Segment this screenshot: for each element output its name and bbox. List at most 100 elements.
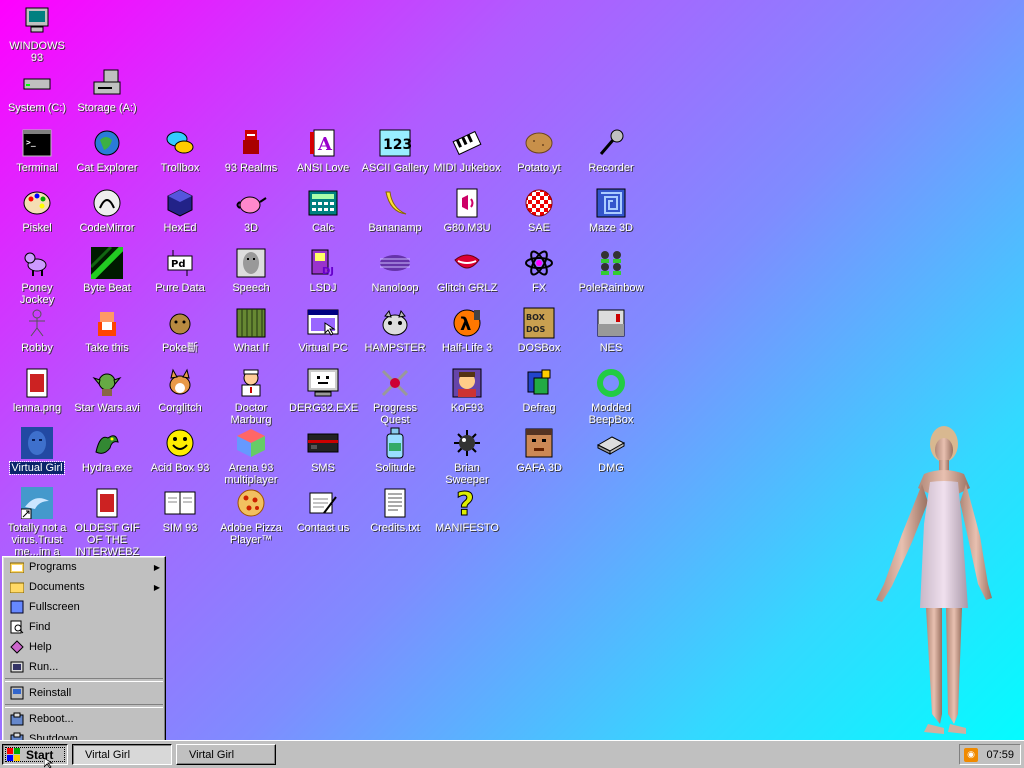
desktop-icon-oldest-gif[interactable]: OLDEST GIF OF THE INTERWEBZ bbox=[72, 486, 142, 558]
desktop-icon-piskel[interactable]: Piskel bbox=[2, 186, 72, 234]
desktop-icon-totally-not-a-virus[interactable]: Totally not a virus.Trust me...im a bbox=[2, 486, 72, 558]
stick-figure-icon bbox=[20, 306, 54, 340]
icon-label: Modded BeepBox bbox=[588, 402, 634, 426]
desktop-icon-what-if[interactable]: What If bbox=[216, 306, 286, 354]
menu-item-find[interactable]: Find bbox=[3, 617, 165, 637]
numbers-123-icon: 123 bbox=[378, 126, 412, 160]
desktop-icon-nanoloop[interactable]: Nanoloop bbox=[360, 246, 430, 294]
desktop-icon-derg32[interactable]: DERG32.EXE bbox=[288, 366, 358, 414]
desktop-icon-terminal[interactable]: >_ Terminal bbox=[2, 126, 72, 174]
desktop-icon-poney-jockey[interactable]: Poney Jockey bbox=[2, 246, 72, 306]
desktop-icon-sae[interactable]: SAE bbox=[504, 186, 574, 234]
rss-feed-icon[interactable]: ◉ bbox=[964, 747, 978, 762]
desktop-icon-doctor-marburg[interactable]: Doctor Marburg bbox=[216, 366, 286, 426]
lambda-icon: λ bbox=[450, 306, 484, 340]
taskbar-button-virtal-girl-2[interactable]: Virtal Girl bbox=[176, 744, 276, 765]
potato-icon bbox=[522, 126, 556, 160]
amiga-ball-icon bbox=[522, 186, 556, 220]
desktop-icon-modded-beepbox[interactable]: Modded BeepBox bbox=[576, 366, 646, 426]
desktop-icon-virtual-girl[interactable]: Virtual Girl bbox=[2, 426, 72, 475]
window-cursor-icon bbox=[306, 306, 340, 340]
desktop-icon-byte-beat[interactable]: Byte Beat bbox=[72, 246, 142, 294]
desktop-icon-bananamp[interactable]: Bananamp bbox=[360, 186, 430, 234]
desktop-icon-progress-quest[interactable]: Progress Quest bbox=[360, 366, 430, 426]
menu-item-label: Programs bbox=[29, 561, 77, 573]
desktop-icon-adobe-pizza[interactable]: Adobe Pizza Player™ bbox=[216, 486, 286, 546]
menu-item-programs[interactable]: Programs ▶ bbox=[3, 557, 165, 577]
desktop-icon-credits[interactable]: Credits.txt bbox=[360, 486, 430, 534]
start-button[interactable]: Start bbox=[2, 744, 68, 765]
question-mark-icon: ? bbox=[450, 486, 484, 520]
desktop-icon-virtual-pc[interactable]: Virtual PC bbox=[288, 306, 358, 354]
desktop-icon-arena-93[interactable]: Arena 93 multiplayer bbox=[216, 426, 286, 486]
desktop-icon-polerainbow[interactable]: PoleRainbow bbox=[576, 246, 646, 294]
desktop-icon-defrag[interactable]: Defrag bbox=[504, 366, 574, 414]
floppy-drive-icon bbox=[90, 66, 124, 100]
menu-item-documents[interactable]: Documents ▶ bbox=[3, 577, 165, 597]
desktop-icon-hexed[interactable]: HexEd bbox=[145, 186, 215, 234]
desktop-icon-trollbox[interactable]: Trollbox bbox=[145, 126, 215, 174]
desktop-icon-brian-sweeper[interactable]: Brian Sweeper bbox=[432, 426, 502, 486]
taskbar: Start Virtal Girl Virtal Girl ◉ 07:59 bbox=[0, 740, 1024, 768]
desktop-icon-ansi-love[interactable]: A ANSI Love bbox=[288, 126, 358, 174]
menu-item-reboot[interactable]: Reboot... bbox=[3, 709, 165, 729]
desktop-icon-calc[interactable]: Calc bbox=[288, 186, 358, 234]
desktop-icon-g80m3u[interactable]: G80.M3U bbox=[432, 186, 502, 234]
desktop-icon-contact-us[interactable]: Contact us bbox=[288, 486, 358, 534]
clock: 07:59 bbox=[986, 748, 1014, 761]
desktop-icon-sim-93[interactable]: SIM 93 bbox=[145, 486, 215, 534]
menu-item-fullscreen[interactable]: Fullscreen bbox=[3, 597, 165, 617]
virtual-girl-figure[interactable] bbox=[862, 424, 994, 740]
desktop-icon-lenna[interactable]: lenna.png bbox=[2, 366, 72, 414]
desktop-icon-cat-explorer[interactable]: Cat Explorer bbox=[72, 126, 142, 174]
desktop-icon-system-c[interactable]: System (C:) bbox=[2, 66, 72, 114]
desktop-icon-3d[interactable]: 3D bbox=[216, 186, 286, 234]
desktop-icon-corglitch[interactable]: Corglitch bbox=[145, 366, 215, 414]
desktop-icon-hampster[interactable]: HAMPSTER bbox=[360, 306, 430, 354]
desktop-icon-star-wars[interactable]: Star Wars.avi bbox=[72, 366, 142, 414]
icon-label: Brian Sweeper bbox=[445, 462, 489, 486]
desktop-icon-kof93[interactable]: KoF93 bbox=[432, 366, 502, 414]
desktop-icon-half-life-3[interactable]: λ Half-Life 3 bbox=[432, 306, 502, 354]
reinstall-icon bbox=[9, 685, 25, 701]
desktop-icon-dosbox[interactable]: BOX DOS DOSBox bbox=[504, 306, 574, 354]
desktop-icon-recorder[interactable]: Recorder bbox=[576, 126, 646, 174]
desktop-icon-fx[interactable]: FX bbox=[504, 246, 574, 294]
desktop-icon-solitude[interactable]: Solitude bbox=[360, 426, 430, 474]
desktop-icon-gafa-3d[interactable]: GAFA 3D bbox=[504, 426, 574, 474]
banana-icon bbox=[378, 186, 412, 220]
desktop-icon-robby[interactable]: Robby bbox=[2, 306, 72, 354]
desktop-icon-dmg[interactable]: DMG bbox=[576, 426, 646, 474]
desktop-icon-take-this[interactable]: Take this bbox=[72, 306, 142, 354]
taskbar-button-virtal-girl-1[interactable]: Virtal Girl bbox=[72, 744, 172, 765]
desktop-icon-93-realms[interactable]: 93 Realms bbox=[216, 126, 286, 174]
desktop-icon-nes[interactable]: NES bbox=[576, 306, 646, 354]
menu-item-label: Reboot... bbox=[29, 713, 74, 725]
icon-label: Potato.yt bbox=[517, 162, 561, 174]
dosbox-icon: BOX DOS bbox=[522, 306, 556, 340]
menu-item-run[interactable]: Run... bbox=[3, 657, 165, 677]
desktop-icon-manifesto[interactable]: ? MANIFESTO bbox=[432, 486, 502, 534]
calculator-icon bbox=[306, 186, 340, 220]
globe-cat-icon bbox=[90, 126, 124, 160]
menu-item-help[interactable]: Help bbox=[3, 637, 165, 657]
pizza-icon bbox=[234, 486, 268, 520]
desktop-icon-sms[interactable]: SMS bbox=[288, 426, 358, 474]
icon-label: Virtual PC bbox=[298, 342, 348, 354]
menu-item-reinstall[interactable]: Reinstall bbox=[3, 683, 165, 703]
desktop-icon-acid-box-93[interactable]: Acid Box 93 bbox=[145, 426, 215, 474]
desktop-icon-midi-jukebox[interactable]: MIDI Jukebox bbox=[432, 126, 502, 174]
desktop-icon-maze-3d[interactable]: Maze 3D bbox=[576, 186, 646, 234]
desktop-icon-lsdj[interactable]: DJ LSDJ bbox=[288, 246, 358, 294]
desktop-icon-windows93[interactable]: WINDOWS 93 bbox=[2, 4, 72, 64]
desktop-icon-ascii-gallery[interactable]: 123 ASCII Gallery bbox=[360, 126, 430, 174]
desktop-icon-speech[interactable]: Speech bbox=[216, 246, 286, 294]
desktop-icon-glitch-grlz[interactable]: Glitch GRLZ bbox=[432, 246, 502, 294]
desktop-icon-pokemon[interactable]: Poke斷 bbox=[145, 306, 215, 354]
desktop-icon-pure-data[interactable]: Pd Pure Data bbox=[145, 246, 215, 294]
desktop-icon-storage-a[interactable]: Storage (A:) bbox=[72, 66, 142, 114]
desktop-icon-potato-yt[interactable]: Potato.yt bbox=[504, 126, 574, 174]
icon-label: Defrag bbox=[522, 402, 556, 414]
desktop-icon-hydra[interactable]: Hydra.exe bbox=[72, 426, 142, 474]
desktop-icon-codemirror[interactable]: CodeMirror bbox=[72, 186, 142, 234]
